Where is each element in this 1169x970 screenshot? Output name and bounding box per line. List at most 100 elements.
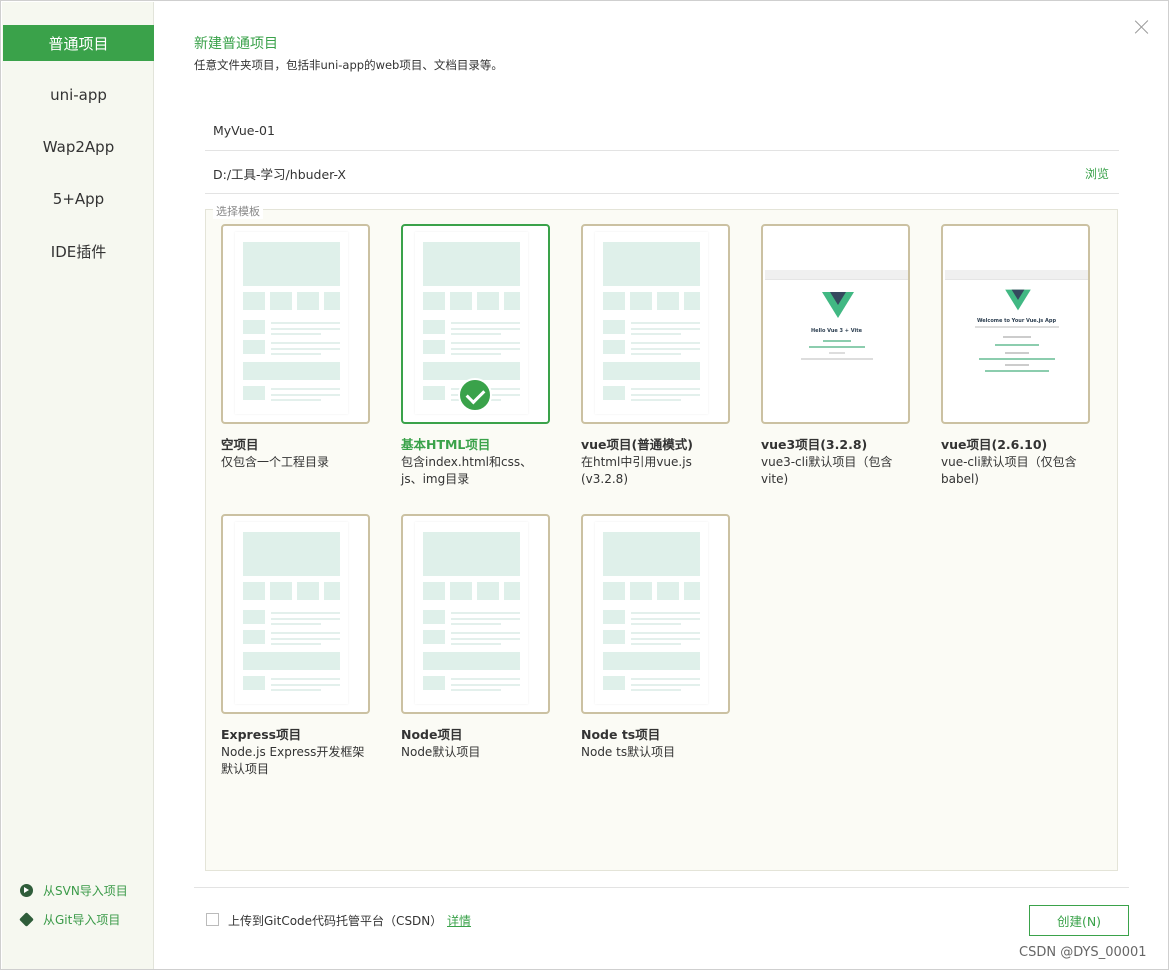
thumbnail-line [271,348,340,350]
project-name-input[interactable] [213,123,1013,138]
sidebar-item-ide-plugin[interactable]: IDE插件 [3,233,154,269]
watermark: CSDN @DYS_00001 [1019,945,1147,960]
thumbnail-line [271,623,321,625]
template-desc: 仅包含一个工程目录 [221,455,330,469]
thumbnail-block [657,292,679,310]
thumbnail-line [271,684,340,686]
thumbnail-block [603,582,625,600]
thumbnail-line [631,678,700,680]
thumbnail-line [451,689,501,691]
sidebar-item-uni-app[interactable]: uni-app [3,77,154,113]
thumbnail-block [477,292,499,310]
thumbnail-line [271,342,340,344]
project-location-field[interactable]: 浏览 [205,154,1119,194]
thumbnail-block [684,582,700,600]
footer-divider [194,887,1129,888]
layout-thumbnail [235,522,348,704]
template-title: Express项目 [221,727,302,742]
thumbnail-block [324,292,340,310]
thumbnail-line [451,348,520,350]
thumbnail-block [243,386,265,400]
thumbnail-line [451,333,501,335]
thumbnail-line [451,638,520,640]
details-link[interactable]: 详情 [447,912,471,929]
template-card-vue-normal[interactable] [581,224,730,424]
thumbnail-block [243,362,340,380]
thumbnail-block [603,292,625,310]
page-subtitle: 任意文件夹项目，包括非uni-app的web项目、文档目录等。 [194,58,503,72]
template-card-basic-html[interactable] [401,224,550,424]
thumbnail-block [423,582,445,600]
template-title: 基本HTML项目 [401,437,491,452]
import-from-git-link[interactable]: 从Git导入项目 [19,911,120,928]
import-from-svn-link[interactable]: 从SVN导入项目 [20,882,128,899]
thumbnail-block [423,242,520,286]
thumbnail-line [451,328,520,330]
sidebar: 普通项目 uni-app Wap2App 5+App IDE插件 从SVN导入项… [2,2,154,969]
close-icon[interactable] [1132,17,1152,37]
browse-button[interactable]: 浏览 [1085,165,1109,182]
layout-thumbnail [415,522,528,704]
thumbnail-block [243,652,340,670]
project-name-field[interactable] [205,111,1119,151]
preview-heading: Welcome to Your Vue.js App [976,318,1057,324]
thumbnail-line [451,342,520,344]
thumbnail-block [504,582,520,600]
preview-heading: Hello Vue 3 + Vite [811,328,862,334]
sidebar-item-normal-project[interactable]: 普通项目 [3,25,154,61]
thumbnail-block [603,242,700,286]
thumbnail-block [603,652,700,670]
thumbnail-block [423,532,520,576]
thumbnail-block [243,610,265,624]
template-card-vue3[interactable]: Hello Vue 3 + Vite [761,224,910,424]
template-desc: vue3-cli默认项目（包含vite) [761,455,893,486]
thumbnail-line [631,342,700,344]
template-legend: 选择模板 [213,203,263,219]
thumbnail-block [603,320,625,334]
thumbnail-line [631,388,700,390]
thumbnail-line [631,612,700,614]
thumbnail-line [271,322,340,324]
thumbnail-line [451,623,501,625]
thumbnail-block [423,386,445,400]
thumbnail-block [630,582,652,600]
layout-thumbnail [595,522,708,704]
thumbnail-block [603,630,625,644]
template-card-vue2[interactable]: Welcome to Your Vue.js App [941,224,1090,424]
sidebar-item-5plus-app[interactable]: 5+App [3,181,154,217]
thumbnail-line [631,684,700,686]
thumbnail-block [423,292,445,310]
template-card-empty[interactable] [221,224,370,424]
checkmark-icon [458,378,492,412]
thumbnail-line [631,638,700,640]
project-location-input[interactable] [213,166,1013,181]
template-card-node-ts[interactable] [581,514,730,714]
thumbnail-block [603,362,700,380]
new-project-dialog: 普通项目 uni-app Wap2App 5+App IDE插件 从SVN导入项… [0,0,1169,970]
sidebar-item-wap2app[interactable]: Wap2App [3,129,154,165]
thumbnail-line [271,689,321,691]
thumbnail-block [423,630,445,644]
thumbnail-block [630,292,652,310]
thumbnail-line [451,618,520,620]
upload-gitcode-checkbox[interactable] [206,913,219,926]
thumbnail-line [451,678,520,680]
thumbnail-line [451,353,501,355]
thumbnail-block [297,582,319,600]
thumbnail-line [451,643,501,645]
thumbnail-line [631,322,700,324]
template-desc: 在html中引用vue.js (v3.2.8) [581,455,692,486]
thumbnail-line [631,333,681,335]
thumbnail-block [423,340,445,354]
thumbnail-block [423,652,520,670]
thumbnail-block [243,340,265,354]
template-card-node[interactable] [401,514,550,714]
create-button[interactable]: 创建(N) [1029,905,1129,936]
vue-logo-icon [822,292,854,318]
thumbnail-line [631,394,700,396]
import-from-svn-label: 从SVN导入项目 [43,884,128,898]
thumbnail-line [271,388,340,390]
template-card-express[interactable] [221,514,370,714]
thumbnail-block [684,292,700,310]
thumbnail-block [270,292,292,310]
